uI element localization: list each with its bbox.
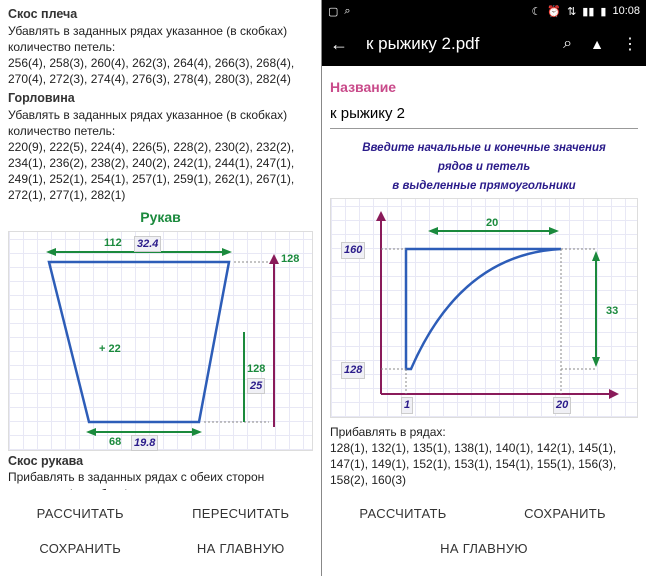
top-span: 20 (486, 216, 498, 231)
battery-icon: ▮ (600, 5, 606, 18)
calc-button[interactable]: РАССЧИТАТЬ (0, 496, 161, 531)
sleeve-graph: 112 32.4 128 + 22 128 25 68 19.8 (8, 231, 313, 451)
right-content: Название Введите начальные и конечные зн… (322, 66, 646, 490)
right-buttons: РАССЧИТАТЬ СОХРАНИТЬ НА ГЛАВНУЮ (322, 490, 646, 576)
app-title: к рыжику 2.pdf (366, 34, 545, 54)
app-bar: ← к рыжику 2.pdf ⌕ ▲ ⋮ (322, 22, 646, 66)
top-width: 112 (104, 236, 122, 251)
gorlovina-rows: 220(9), 222(5), 224(4), 226(5), 228(2), … (8, 139, 313, 204)
drive-icon[interactable]: ▲ (590, 36, 604, 52)
status-bar: ▢ ⌕ ☾ ⏰ ⇅ ▮▮ ▮ 10:08 (322, 0, 646, 22)
x-start[interactable]: 1 (401, 397, 413, 414)
bottom-width: 68 (109, 435, 121, 450)
right-screen: ▢ ⌕ ☾ ⏰ ⇅ ▮▮ ▮ 10:08 ← к рыжику 2.pdf ⌕ … (322, 0, 646, 576)
pribavlyat-title: Прибавлять в рядах: (330, 424, 638, 440)
skos-plecha-text: Убавлять в заданных рядах указанное (в с… (8, 23, 313, 55)
top-width-cm: 32.4 (134, 236, 161, 253)
recalc-button[interactable]: ПЕРЕСЧИТАТЬ (161, 496, 322, 531)
gorlovina-title: Горловина (8, 90, 313, 107)
name-label: Название (330, 78, 638, 97)
curve-graph: 160 128 1 20 20 33 (330, 198, 638, 418)
home-button[interactable]: НА ГЛАВНУЮ (161, 531, 322, 566)
x-end[interactable]: 20 (553, 397, 571, 414)
clock: 10:08 (612, 5, 640, 17)
y-end[interactable]: 160 (341, 242, 365, 259)
hint2: рядов и петель (330, 160, 638, 175)
wifi-icon: ⇅ (567, 5, 576, 18)
y-start[interactable]: 128 (341, 362, 365, 379)
more-icon[interactable]: ⋮ (622, 34, 638, 54)
height: 128 (247, 362, 265, 377)
alarm-icon: ⏰ (547, 5, 561, 18)
calc-button-r[interactable]: РАССЧИТАТЬ (322, 496, 484, 531)
search-small-icon: ⌕ (344, 5, 350, 18)
skos-rukava-text: Прибавлять в заданных рядах с обеих стор… (8, 469, 313, 490)
bottom-width-cm: 19.8 (131, 435, 158, 452)
save-button-r[interactable]: СОХРАНИТЬ (484, 496, 646, 531)
graph-title-rukav: Рукав (8, 208, 313, 227)
image-icon: ▢ (328, 5, 338, 18)
skos-plecha-rows: 256(4), 258(3), 260(4), 262(3), 264(4), … (8, 55, 313, 87)
hint3: в выделенные прямоугольники (330, 179, 638, 194)
right-height: 128 (281, 252, 299, 267)
increase: + 22 (99, 342, 121, 357)
name-input[interactable] (330, 101, 638, 129)
save-button[interactable]: СОХРАНИТЬ (0, 531, 161, 566)
right-span: 33 (606, 304, 618, 319)
moon-icon: ☾ (532, 5, 542, 18)
back-icon[interactable]: ← (330, 34, 348, 55)
skos-plecha-title: Скос плеча (8, 6, 313, 23)
height-cm: 25 (247, 378, 265, 395)
left-content: Скос плеча Убавлять в заданных рядах ука… (0, 0, 321, 490)
hint1: Введите начальные и конечные значения (330, 141, 638, 156)
skos-rukava-title: Скос рукава (8, 453, 313, 470)
left-screen: Скос плеча Убавлять в заданных рядах ука… (0, 0, 322, 576)
search-icon[interactable]: ⌕ (563, 35, 572, 53)
pribavlyat-rows: 128(1), 132(1), 135(1), 138(1), 140(1), … (330, 440, 638, 489)
signal-icon: ▮▮ (582, 5, 594, 18)
gorlovina-text: Убавлять в заданных рядах указанное (в с… (8, 107, 313, 139)
left-buttons: РАССЧИТАТЬ ПЕРЕСЧИТАТЬ СОХРАНИТЬ НА ГЛАВ… (0, 490, 321, 576)
home-button-r[interactable]: НА ГЛАВНУЮ (322, 531, 646, 566)
